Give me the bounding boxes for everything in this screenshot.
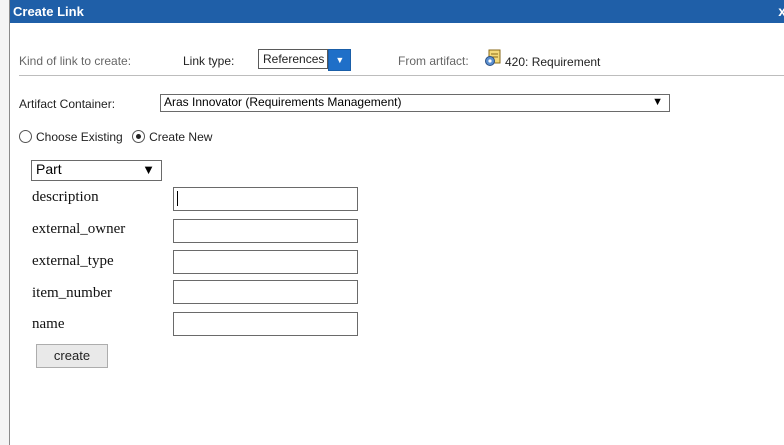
external-type-field[interactable] [173, 250, 358, 274]
item-number-field[interactable] [173, 280, 358, 304]
kind-of-link-label: Kind of link to create: [19, 54, 132, 68]
field-label-item-number: item_number [32, 285, 112, 301]
external-owner-field[interactable] [173, 219, 358, 243]
from-artifact-label: From artifact: [398, 54, 469, 68]
create-new-label: Create New [149, 130, 213, 144]
requirement-icon [485, 49, 501, 66]
dialog-title: Create Link [13, 4, 84, 19]
radio-choose-existing[interactable]: Choose Existing [19, 130, 126, 144]
field-label-name: name [32, 316, 65, 332]
link-type-value: References [258, 49, 329, 69]
dialog-panel: Kind of link to create: Link type: Refer… [10, 23, 784, 445]
artifact-container-select[interactable]: Aras Innovator (Requirements Management)… [160, 94, 670, 112]
create-button[interactable]: create [36, 344, 108, 368]
mode-radio-group: Choose Existing Create New [19, 130, 212, 144]
chevron-down-icon: ▼ [652, 96, 663, 108]
item-type-select[interactable]: Part ▼ [31, 160, 162, 181]
text-cursor [177, 191, 178, 206]
field-label-external-owner: external_owner [32, 221, 126, 237]
chevron-down-icon: ▼ [142, 162, 155, 177]
field-label-external-type: external_type [32, 253, 114, 269]
dialog-titlebar: Create Link x [10, 0, 784, 23]
artifact-container-label: Artifact Container: [19, 97, 116, 111]
window-left-border [0, 0, 10, 445]
item-type-value: Part [36, 161, 62, 177]
link-type-label: Link type: [183, 54, 235, 68]
chevron-down-icon[interactable]: ▼ [328, 49, 352, 71]
link-toolbar: Kind of link to create: Link type: Refer… [19, 48, 784, 76]
field-label-description: description [32, 189, 99, 205]
close-icon[interactable]: x [778, 3, 784, 19]
radio-create-new[interactable]: Create New [132, 130, 212, 144]
description-field[interactable] [173, 187, 358, 211]
choose-existing-label: Choose Existing [36, 130, 123, 144]
radio-selected-icon[interactable] [132, 130, 146, 143]
artifact-name: 420: Requirement [505, 55, 601, 69]
radio-unselected-icon[interactable] [19, 130, 32, 143]
link-type-select[interactable]: References ▼ [258, 49, 352, 71]
name-field[interactable] [173, 312, 358, 336]
artifact-container-value: Aras Innovator (Requirements Management) [164, 95, 402, 109]
